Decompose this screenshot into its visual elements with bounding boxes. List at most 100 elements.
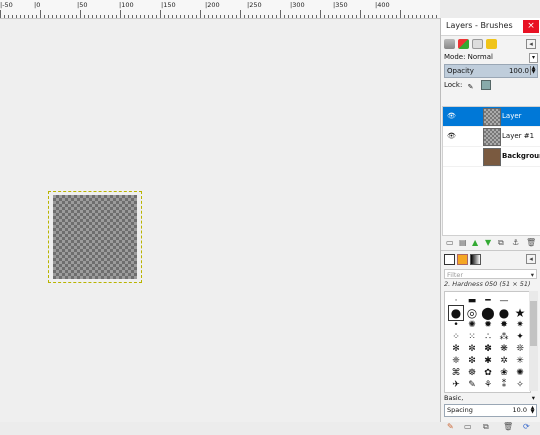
filter-placeholder: Filter <box>447 271 464 279</box>
paths-tab-icon[interactable] <box>472 39 483 49</box>
brush-tabs: ◂ <box>441 252 540 268</box>
mode-reset-icon[interactable]: ▾ <box>529 53 538 63</box>
ruler-tick <box>20 15 21 18</box>
brush-thumbnail[interactable]: ⚘ <box>481 378 495 392</box>
layer-boundary[interactable] <box>48 191 142 283</box>
ruler-tick <box>40 10 41 18</box>
ruler-label: |0 <box>34 1 41 9</box>
ruler-tick <box>124 15 125 18</box>
ruler-tick <box>212 15 213 18</box>
brush-thumbnail[interactable]: ⁑ <box>497 378 511 392</box>
ruler-tick <box>420 15 421 18</box>
ruler-tick <box>196 15 197 18</box>
raise-layer-icon[interactable]: ▲ <box>472 238 478 247</box>
new-layer-group-icon[interactable]: ▤ <box>459 238 467 247</box>
ruler-tick <box>360 10 361 18</box>
visibility-eye-icon[interactable]: 👁 <box>447 132 456 140</box>
ruler-tick <box>128 15 129 18</box>
mode-row[interactable]: Mode: Normal ▾ <box>441 52 540 63</box>
tab-menu-icon[interactable]: ◂ <box>526 39 536 49</box>
refresh-brushes-icon[interactable]: ⟳ <box>523 422 530 431</box>
duplicate-brush-icon[interactable]: ⧉ <box>483 422 489 432</box>
ruler-tick <box>332 15 333 18</box>
lock-pixels-icon[interactable]: ✎ <box>468 81 476 91</box>
visibility-eye-icon[interactable]: 👁 <box>447 112 456 120</box>
ruler-tick <box>340 15 341 18</box>
layers-list: 👁 Layer 👁 Layer #1 Background <box>442 106 540 236</box>
opacity-slider[interactable]: Opacity 100.0 ▲ ▼ <box>444 64 538 78</box>
ruler-tick <box>100 15 101 18</box>
brush-thumbnail[interactable]: ✧ <box>513 378 527 392</box>
ruler-tick <box>384 15 385 18</box>
brush-tab-menu-icon[interactable]: ◂ <box>526 254 536 264</box>
ruler-label: |150 <box>161 1 176 9</box>
chevron-down-icon[interactable]: ▾ <box>531 270 534 280</box>
ruler-tick <box>152 15 153 18</box>
ruler-tick <box>324 15 325 18</box>
ruler-tick <box>108 15 109 18</box>
lock-alpha-icon[interactable] <box>480 80 491 90</box>
ruler-tick <box>88 15 89 18</box>
ruler-tick <box>328 15 329 18</box>
delete-brush-icon[interactable]: 🗑 <box>503 422 513 431</box>
ruler-tick <box>28 15 29 18</box>
spacing-spinner-icon[interactable]: ▲ ▼ <box>530 406 535 415</box>
brush-scrollbar[interactable] <box>529 291 538 391</box>
ruler-tick <box>424 15 425 18</box>
edit-brush-icon[interactable]: ✎ <box>447 422 454 431</box>
ruler-tick <box>240 10 241 18</box>
image-canvas[interactable] <box>0 19 440 422</box>
chevron-down-icon[interactable]: ▾ <box>532 393 535 403</box>
ruler-tick <box>256 15 257 18</box>
ruler-tick <box>200 10 201 18</box>
new-brush-icon[interactable]: ▭ <box>464 422 472 431</box>
brush-thumbnail[interactable]: ✎ <box>465 378 479 392</box>
scrollbar-thumb[interactable] <box>530 301 537 346</box>
brush-filter-input[interactable]: Filter ▾ <box>444 269 537 279</box>
ruler-tick <box>96 15 97 18</box>
layer-name: Layer #1 <box>502 132 535 140</box>
duplicate-layer-icon[interactable]: ⧉ <box>498 238 504 248</box>
opacity-spinner-icon[interactable]: ▲ ▼ <box>530 66 536 75</box>
brush-grid[interactable]: · ▬ ━ — ● ◎ ⬤ ● ★ • ✺ ✹ ✸ ✷ ⁘ ⁙ ∴ ⁂ ✦ ✻ ✼ ✽ ❋ ❊ ❈ ❇ ✱ ✲ ✳ ⌘ ☸ ✿ ❀ ✺ ✈ ✎ ⚘ ⁑ ✧ <box>444 291 531 393</box>
brush-name: 2. Hardness 050 (51 × 51) <box>444 280 531 288</box>
anchor-layer-icon[interactable]: ⚓ <box>512 238 519 247</box>
brush-preset-select[interactable]: Basic, ▾ <box>444 393 537 403</box>
ruler-tick <box>176 15 177 18</box>
layer-row[interactable]: 👁 Layer #1 <box>443 127 540 147</box>
gradients-tab-icon[interactable] <box>470 254 481 265</box>
close-button[interactable]: × <box>523 20 539 33</box>
delete-layer-icon[interactable]: 🗑 <box>526 238 536 247</box>
spacing-slider[interactable]: Spacing 10.0 ▲ ▼ <box>444 404 537 417</box>
undo-history-tab-icon[interactable] <box>486 39 497 49</box>
brush-actions-bar: ✎ ▭ ⧉ 🗑 ⟳ <box>441 421 540 435</box>
ruler-tick <box>280 10 281 18</box>
mode-label: Mode: Normal <box>444 53 493 61</box>
ruler-tick <box>80 10 81 18</box>
brush-thumbnail[interactable]: ✈ <box>449 378 463 392</box>
ruler-tick <box>244 15 245 18</box>
ruler-tick <box>168 15 169 18</box>
layer-thumbnail <box>483 108 501 126</box>
layer-row[interactable]: 👁 Layer <box>443 107 540 127</box>
new-layer-icon[interactable]: ▭ <box>446 238 454 247</box>
dock-titlebar[interactable]: Layers - Brushes × <box>441 18 540 36</box>
ruler-label: |50 <box>77 1 88 9</box>
layers-tab-icon[interactable] <box>444 39 455 49</box>
horizontal-ruler[interactable]: |-50 |0 |50 |100 |150 |200 |250 |300 |350 |400 <box>0 0 440 19</box>
ruler-tick <box>48 15 49 18</box>
ruler-label: |300 <box>290 1 305 9</box>
ruler-tick <box>44 15 45 18</box>
ruler-tick <box>172 15 173 18</box>
layers-brushes-dock: Layers - Brushes × ◂ Mode: Normal ▾ Opac… <box>440 18 540 431</box>
brushes-tab-icon[interactable] <box>444 254 455 265</box>
opacity-label: Opacity <box>447 67 474 75</box>
lower-layer-icon[interactable]: ▼ <box>485 238 491 247</box>
patterns-tab-icon[interactable] <box>457 254 468 265</box>
channels-tab-icon[interactable] <box>458 39 469 49</box>
ruler-tick <box>184 15 185 18</box>
layer-row[interactable]: Background <box>443 147 540 167</box>
ruler-label: |400 <box>375 1 390 9</box>
ruler-tick <box>140 15 141 18</box>
ruler-tick <box>236 15 237 18</box>
